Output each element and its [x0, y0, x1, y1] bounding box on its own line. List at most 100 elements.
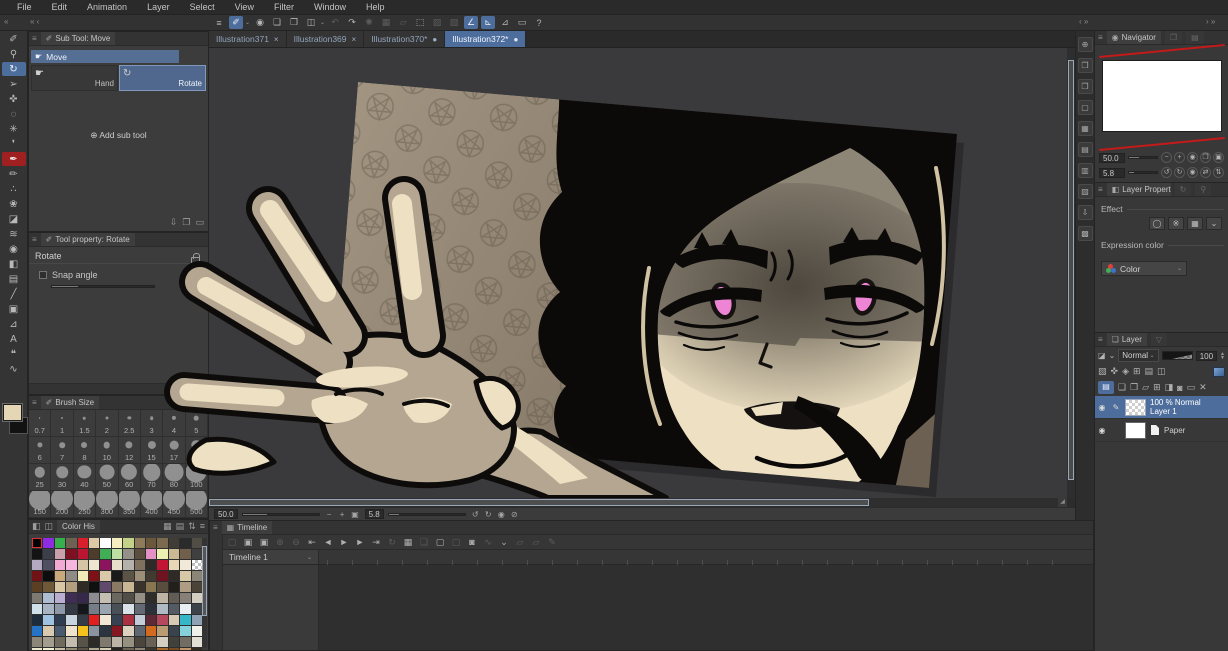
color-swatch[interactable]: [157, 637, 168, 647]
color-swatch[interactable]: [123, 604, 134, 614]
color-swatch[interactable]: [191, 615, 202, 625]
color-swatch[interactable]: [180, 615, 191, 625]
main-menu-icon[interactable]: ≡: [212, 16, 226, 29]
close-tab-icon[interactable]: ×: [274, 35, 279, 44]
duplicate-subtool-icon[interactable]: ❐: [182, 217, 190, 228]
color-swatch[interactable]: [180, 582, 191, 592]
tl-sound-icon[interactable]: ∿: [482, 537, 494, 548]
color-swatch[interactable]: [54, 615, 66, 625]
color-swatch[interactable]: [134, 560, 145, 570]
color-swatch[interactable]: [145, 637, 157, 647]
color-swatch[interactable]: [145, 560, 157, 570]
color-swatch[interactable]: [111, 593, 123, 603]
color-swatch[interactable]: [180, 604, 191, 614]
color-swatch[interactable]: [54, 582, 66, 592]
canvas-viewport[interactable]: [209, 48, 1067, 498]
color-swatch[interactable]: [134, 637, 145, 647]
layer-row-paper[interactable]: ◉ Paper: [1095, 419, 1228, 442]
draft-layer-icon[interactable]: ◫: [1157, 366, 1166, 377]
zoom-in-icon[interactable]: +: [337, 510, 348, 519]
canvas-horizontal-scrollbar[interactable]: ◢: [209, 498, 1067, 507]
color-swatch[interactable]: [32, 549, 43, 559]
color-swatch[interactable]: [88, 549, 100, 559]
expand-right-dock-icon[interactable]: ‹ »: [1079, 17, 1088, 26]
color-swatch[interactable]: [134, 571, 145, 581]
document-tab[interactable]: Illustration370* ●: [364, 31, 446, 47]
nav-reset-icon[interactable]: ◉: [1187, 167, 1198, 178]
color-swatch[interactable]: [111, 549, 123, 559]
color-swatch[interactable]: [43, 571, 54, 581]
menu-edit[interactable]: Edit: [43, 1, 77, 13]
color-swatch[interactable]: [66, 549, 77, 559]
collapse-left-dock-icon[interactable]: «: [4, 17, 8, 26]
color-swatch[interactable]: [168, 582, 180, 592]
color-swatch[interactable]: [145, 582, 157, 592]
help-icon[interactable]: ?: [532, 16, 546, 29]
color-swatch[interactable]: [66, 538, 77, 548]
move-layer-tool[interactable]: ✜: [2, 92, 26, 106]
color-swatch[interactable]: [111, 560, 123, 570]
merge-below-icon[interactable]: ◨: [1165, 382, 1174, 393]
undo-icon[interactable]: ↶: [328, 16, 342, 29]
brush-size-12[interactable]: 12: [118, 437, 141, 464]
material-search-icon[interactable]: ▩: [1077, 226, 1093, 241]
color-swatch[interactable]: [88, 626, 100, 636]
tl-go-end-icon[interactable]: ⇥: [370, 537, 382, 548]
color-swatch[interactable]: [100, 571, 111, 581]
layer-thumbnail[interactable]: [1125, 421, 1146, 439]
color-swatch[interactable]: [100, 582, 111, 592]
navigator-zoom-slider[interactable]: [1128, 156, 1158, 159]
color-swatch[interactable]: [43, 615, 54, 625]
operation-tool[interactable]: ➢: [2, 77, 26, 91]
tl-next-frame-icon[interactable]: ►: [354, 537, 366, 547]
delete-subtool-icon[interactable]: ▭: [195, 217, 204, 228]
timeline-track-selector[interactable]: Timeline 1 ⌄: [223, 550, 319, 564]
close-tab-icon[interactable]: ×: [352, 35, 357, 44]
brush-size-4[interactable]: 4: [163, 410, 186, 437]
color-swatch[interactable]: [100, 626, 111, 636]
color-swatch[interactable]: [43, 549, 54, 559]
navigator-zoom-value[interactable]: 50.0: [1099, 152, 1125, 163]
tl-play-icon[interactable]: ►: [338, 537, 350, 547]
palette-color-button[interactable]: ◪: [1098, 351, 1106, 360]
color-swatch[interactable]: [66, 571, 77, 581]
brush-size-5[interactable]: 5: [185, 410, 208, 437]
color-swatch[interactable]: [54, 593, 66, 603]
text-tool[interactable]: A: [2, 332, 26, 346]
brush-size-80[interactable]: 80: [163, 464, 186, 491]
navigator-preview[interactable]: [1102, 60, 1222, 132]
color-swatch[interactable]: [88, 538, 100, 548]
panel-menu-icon[interactable]: ≡: [32, 235, 37, 244]
save-file-icon[interactable]: ◫: [304, 16, 318, 29]
nav-actual-icon[interactable]: ❐: [1200, 152, 1211, 163]
color-swatch[interactable]: [77, 549, 88, 559]
transfer-layer-icon[interactable]: ⊞: [1153, 382, 1161, 393]
brush-size-50[interactable]: 50: [96, 464, 119, 491]
color-swatch[interactable]: [111, 637, 123, 647]
create-mask-icon[interactable]: ◙: [1177, 383, 1182, 393]
tl-go-start-icon[interactable]: ⇤: [306, 537, 318, 548]
brush-size-100[interactable]: 100: [185, 464, 208, 491]
redo-icon[interactable]: ↷: [345, 16, 359, 29]
tl-zoom-in-icon[interactable]: ⊕: [274, 537, 286, 548]
visibility-eye-icon[interactable]: ◉: [1097, 403, 1107, 412]
tl-zoom-out-icon[interactable]: ⊖: [290, 537, 302, 548]
crop-canvas-icon[interactable]: ⬚: [413, 16, 427, 29]
color-swatch[interactable]: [134, 538, 145, 548]
brush-size-20[interactable]: 20: [185, 437, 208, 464]
color-swatch[interactable]: [77, 560, 88, 570]
color-swatch[interactable]: [145, 615, 157, 625]
blend-mode-dropdown[interactable]: Normal ⌄: [1118, 349, 1159, 362]
color-swatch[interactable]: [191, 582, 202, 592]
lock-layer-icon[interactable]: ◈: [1122, 366, 1129, 377]
menu-view[interactable]: View: [226, 1, 263, 13]
color-swatch[interactable]: [191, 560, 202, 570]
brush-size-6[interactable]: 6: [29, 437, 52, 464]
color-swatch[interactable]: [123, 538, 134, 548]
color-swatch[interactable]: [77, 604, 88, 614]
sub-tool-group-move[interactable]: ☛ Move: [31, 50, 179, 63]
color-swatch[interactable]: [32, 626, 43, 636]
brush-size-60[interactable]: 60: [118, 464, 141, 491]
animation-panel-tab[interactable]: ↻: [1174, 183, 1192, 196]
fit-to-screen-icon[interactable]: ▣: [350, 510, 361, 519]
